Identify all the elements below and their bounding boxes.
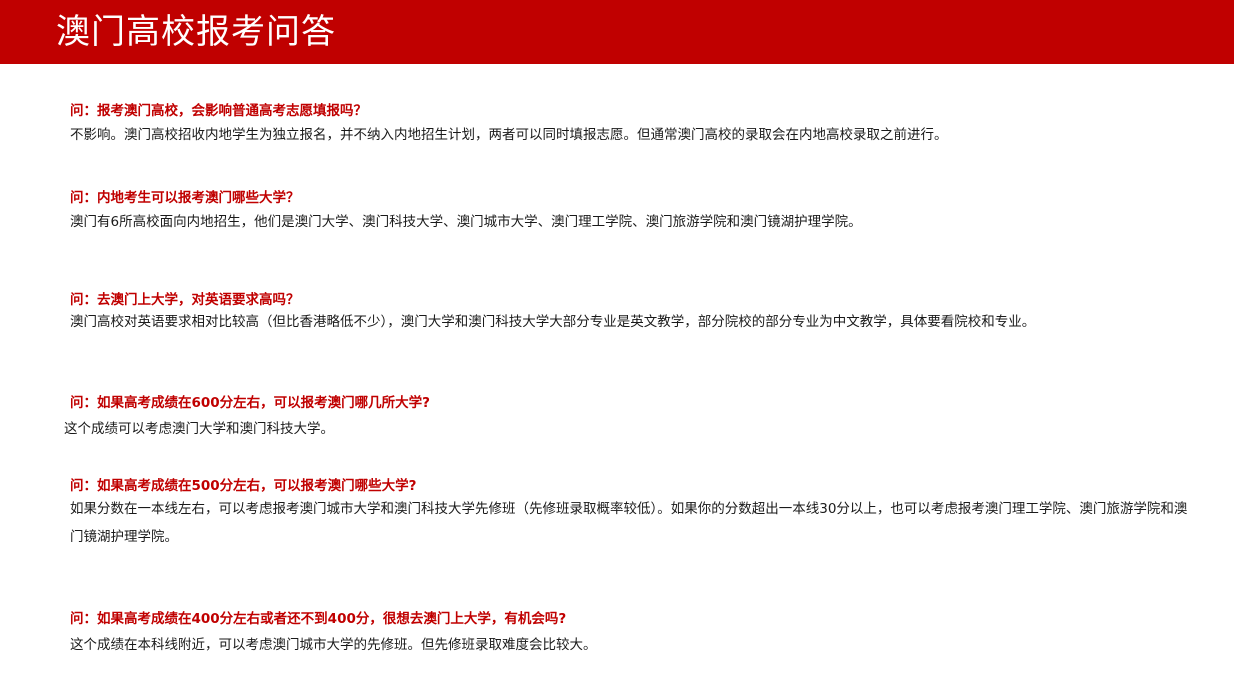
- answer-text: 不影响。澳门高校招收内地学生为独立报名，并不纳入内地招生计划，两者可以同时填报志…: [70, 127, 948, 143]
- answer-text: 澳门有6所高校面向内地招生，他们是澳门大学、澳门科技大学、澳门城市大学、澳门理工…: [70, 214, 862, 230]
- question-text: 问：如果高考成绩在500分左右，可以报考澳门哪些大学?: [70, 478, 417, 494]
- question-text: 问：如果高考成绩在400分左右或者还不到400分，很想去澳门上大学，有机会吗?: [70, 611, 567, 627]
- question-text: 问：报考澳门高校，会影响普通高考志愿填报吗？: [70, 103, 367, 119]
- page-title: 澳门高校报考问答: [56, 12, 336, 52]
- answer-text: 澳门高校对英语要求相对比较高（但比香港略低不少），澳门大学和澳门科技大学大部分专…: [70, 314, 1036, 330]
- question-text: 问：去澳门上大学，对英语要求高吗？: [70, 292, 300, 308]
- header-banner: 澳门高校报考问答: [0, 0, 1234, 64]
- answer-text: 如果分数在一本线左右，可以考虑报考澳门城市大学和澳门科技大学先修班（先修班录取概…: [70, 501, 1188, 545]
- answer-text: 这个成绩在本科线附近，可以考虑澳门城市大学的先修班。但先修班录取难度会比较大。: [70, 637, 597, 653]
- answer-text: 这个成绩可以考虑澳门大学和澳门科技大学。: [64, 421, 334, 437]
- question-text: 问：内地考生可以报考澳门哪些大学？: [70, 190, 300, 206]
- question-text: 问：如果高考成绩在600分左右，可以报考澳门哪几所大学?: [70, 395, 431, 411]
